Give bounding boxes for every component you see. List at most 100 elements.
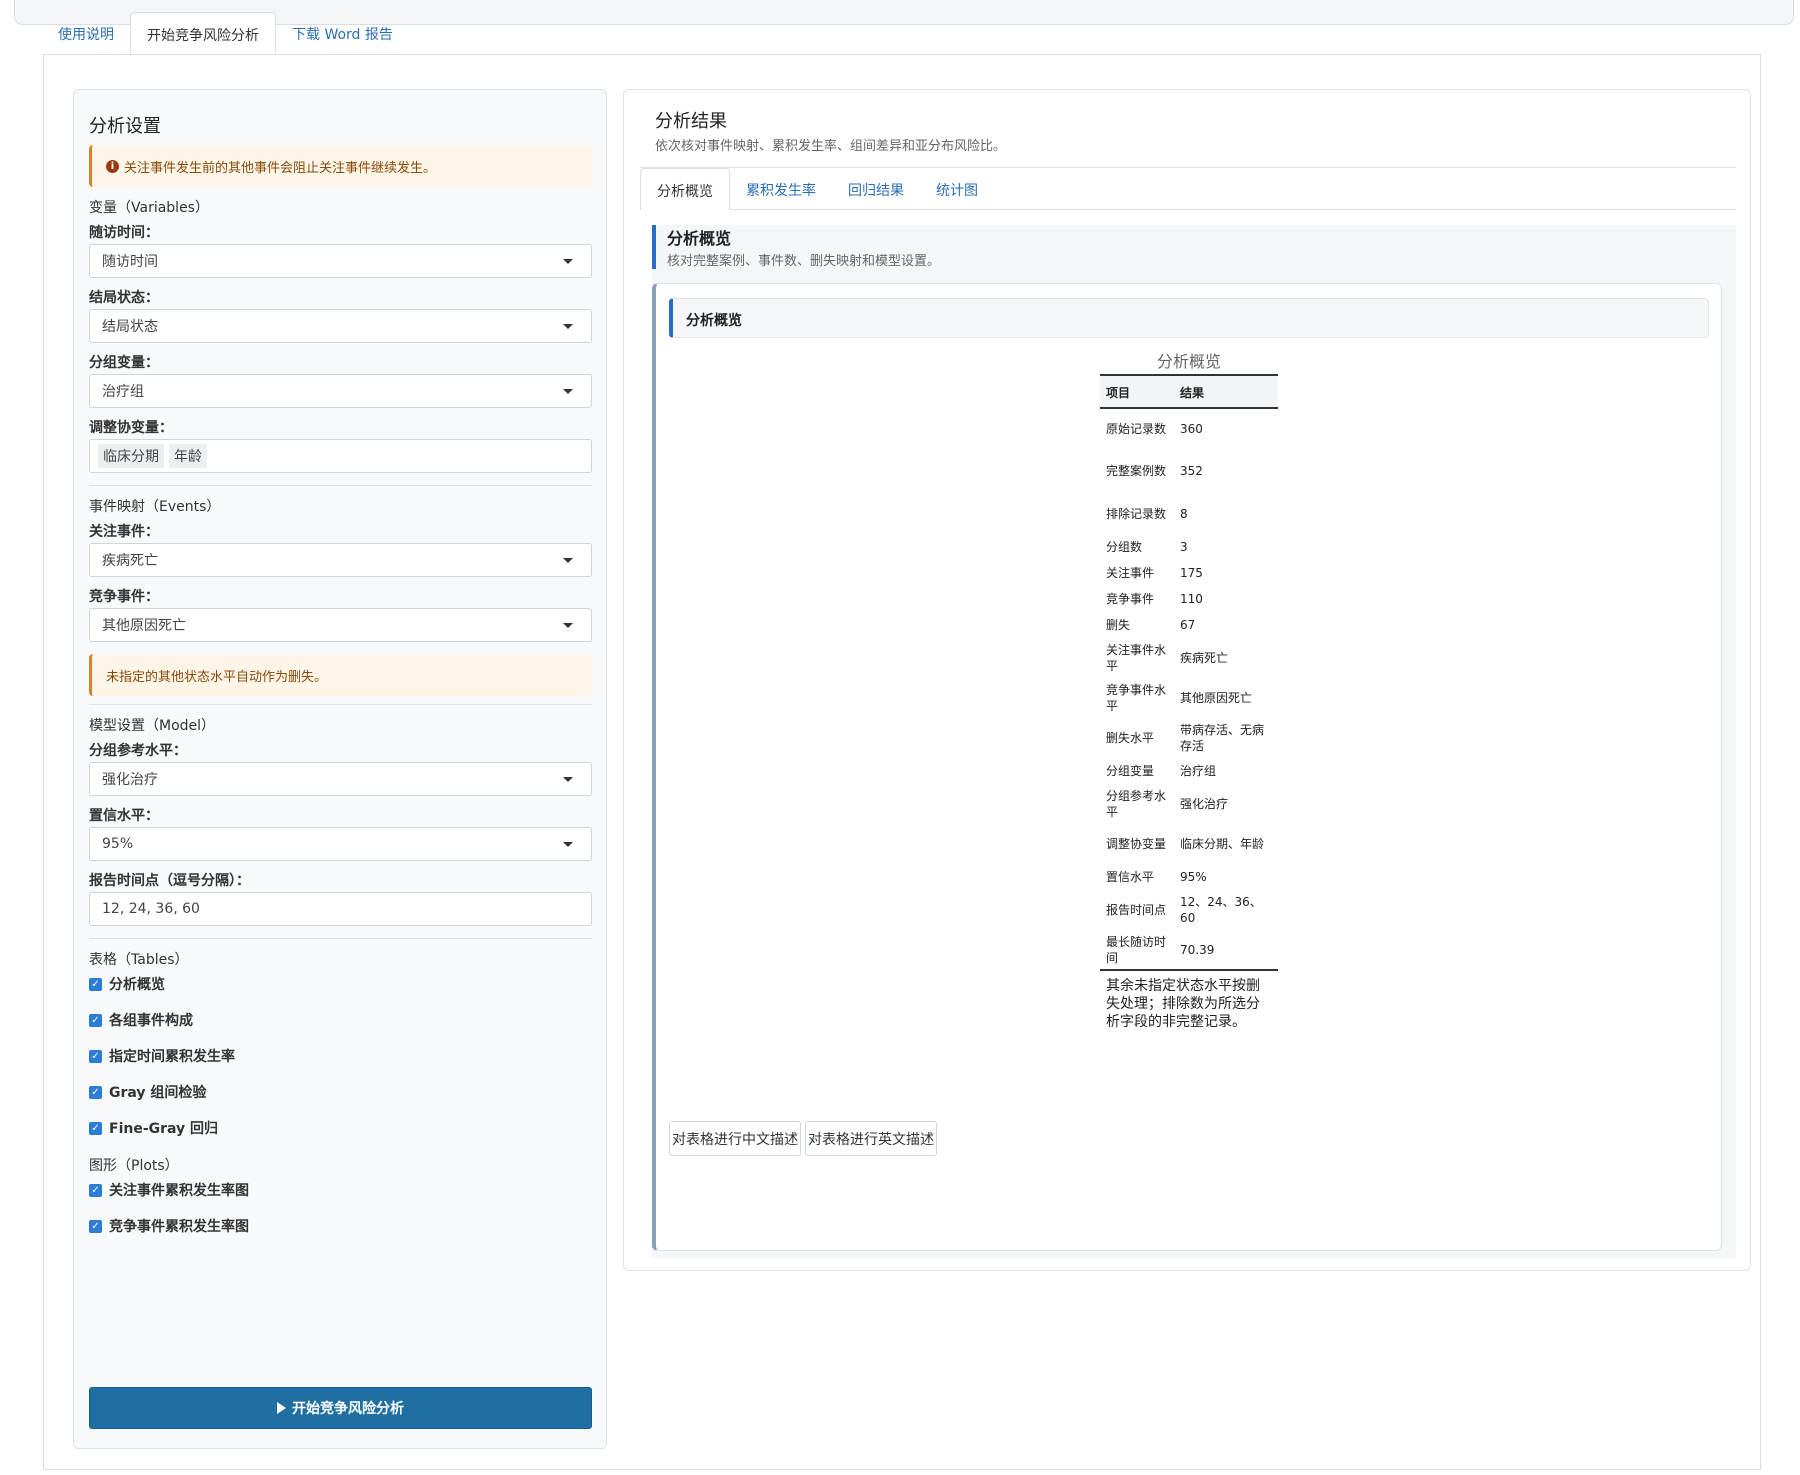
card-title: 分析概览 bbox=[669, 298, 1709, 338]
group-select[interactable]: 治疗组 bbox=[89, 374, 592, 408]
table-cell-value: 110 bbox=[1180, 592, 1203, 606]
table-cell-key: 分组参考水平 bbox=[1106, 789, 1167, 819]
table-row: 排除记录数 8 bbox=[1100, 494, 1278, 534]
run-analysis-button[interactable]: 开始竞争风险分析 bbox=[89, 1387, 592, 1429]
table-row: 删失水平 带病存活、无病存活 bbox=[1100, 718, 1278, 758]
plot-checkbox-interest-cif[interactable]: ✓ 关注事件累积发生率图 bbox=[89, 1180, 249, 1200]
ref-level-label: 分组参考水平： bbox=[89, 743, 187, 759]
event-compete-select[interactable]: 其他原因死亡 bbox=[89, 608, 592, 642]
table-header: 结果 bbox=[1174, 374, 1278, 409]
checkbox-checked-icon[interactable]: ✓ bbox=[89, 1049, 102, 1063]
tab-overview[interactable]: 分析概览 bbox=[640, 168, 730, 210]
covariate-chip[interactable]: 年龄 bbox=[169, 444, 207, 468]
table-checkbox-overview[interactable]: ✓ 分析概览 bbox=[89, 974, 165, 994]
table-row: 删失 67 bbox=[1100, 612, 1278, 638]
overview-subtitle: 核对完整案例、事件数、删失映射和模型设置。 bbox=[667, 254, 941, 269]
tab-instructions[interactable]: 使用说明 bbox=[42, 12, 130, 54]
group-label: 分组变量： bbox=[89, 355, 159, 371]
checkbox-label: 各组事件构成 bbox=[109, 1013, 193, 1029]
table-caption: 分析概览 bbox=[1156, 352, 1221, 371]
model-section-label: 模型设置（Model） bbox=[89, 718, 216, 734]
table-cell-value: 360 bbox=[1180, 421, 1203, 436]
table-cell-key: 最长随访时间 bbox=[1100, 930, 1174, 971]
chevron-down-icon bbox=[563, 623, 573, 628]
table-checkbox-cif-times[interactable]: ✓ 指定时间累积发生率 bbox=[89, 1046, 235, 1066]
table-row: 竞争事件水平 其他原因死亡 bbox=[1100, 678, 1278, 718]
table-row: 原始记录数 360 bbox=[1100, 408, 1278, 448]
divider bbox=[89, 485, 592, 486]
info-icon: i bbox=[106, 159, 119, 173]
alert-text: 关注事件发生前的其他事件会阻止关注事件继续发生。 bbox=[124, 160, 437, 176]
chevron-down-icon bbox=[563, 558, 573, 563]
divider bbox=[89, 938, 592, 939]
tab-start-analysis[interactable]: 开始竞争风险分析 bbox=[130, 12, 276, 54]
tab-plots[interactable]: 统计图 bbox=[920, 168, 994, 210]
time-select[interactable]: 随访时间 bbox=[89, 244, 592, 278]
tab-download-report[interactable]: 下载 Word 报告 bbox=[276, 12, 409, 54]
event-compete-label: 竞争事件： bbox=[89, 589, 159, 605]
checkbox-checked-icon[interactable]: ✓ bbox=[89, 1121, 102, 1135]
conf-level-select[interactable]: 95% bbox=[89, 827, 592, 861]
overview-section: 分析概览 核对完整案例、事件数、删失映射和模型设置。 分析概览 分析概览 项目 … bbox=[652, 225, 1736, 1258]
table-cell-key: 分组数 bbox=[1106, 540, 1143, 554]
tab-regression[interactable]: 回归结果 bbox=[832, 168, 920, 210]
status-select[interactable]: 结局状态 bbox=[89, 309, 592, 343]
table-cell-value: 治疗组 bbox=[1180, 764, 1217, 778]
table-row: 关注事件 175 bbox=[1100, 560, 1278, 586]
covariate-chip[interactable]: 临床分期 bbox=[98, 444, 164, 468]
timepoints-input[interactable]: 12, 24, 36, 60 bbox=[89, 892, 592, 926]
table-checkbox-gray-test[interactable]: ✓ Gray 组间检验 bbox=[89, 1082, 206, 1102]
covariates-label: 调整协变量： bbox=[89, 420, 173, 436]
describe-chinese-button[interactable]: 对表格进行中文描述 bbox=[669, 1121, 801, 1156]
table-row: 报告时间点 12、24、36、60 bbox=[1100, 890, 1278, 930]
timepoints-label: 报告时间点（逗号分隔）： bbox=[89, 873, 250, 889]
checkbox-label: Gray 组间检验 bbox=[109, 1085, 207, 1101]
results-subtitle: 依次核对事件映射、累积发生率、组间差异和亚分布风险比。 bbox=[655, 139, 1007, 154]
checkbox-checked-icon[interactable]: ✓ bbox=[89, 1013, 102, 1027]
group-select-value: 治疗组 bbox=[102, 384, 144, 400]
results-tabs: 分析概览 累积发生率 回归结果 统计图 bbox=[640, 168, 994, 210]
divider bbox=[89, 704, 592, 705]
status-label: 结局状态： bbox=[89, 290, 159, 306]
event-interest-select[interactable]: 疾病死亡 bbox=[89, 543, 592, 577]
table-header: 项目 bbox=[1100, 374, 1174, 409]
chevron-down-icon bbox=[563, 777, 573, 782]
table-footnote: 其余未指定状态水平按删失处理；排除数为所选分析字段的非完整记录。 bbox=[1106, 978, 1260, 1030]
table-cell-key: 关注事件 bbox=[1106, 566, 1155, 580]
plot-checkbox-compete-cif[interactable]: ✓ 竞争事件累积发生率图 bbox=[89, 1216, 249, 1236]
time-select-value: 随访时间 bbox=[102, 254, 158, 270]
checkbox-checked-icon[interactable]: ✓ bbox=[89, 1183, 102, 1197]
checkbox-label: 分析概览 bbox=[109, 977, 165, 993]
table-checkbox-event-composition[interactable]: ✓ 各组事件构成 bbox=[89, 1010, 193, 1030]
main-tabs: 使用说明 开始竞争风险分析 下载 Word 报告 bbox=[42, 12, 409, 54]
event-interest-value: 疾病死亡 bbox=[102, 553, 158, 569]
table-cell-value: 强化治疗 bbox=[1180, 797, 1229, 811]
checkbox-label: 指定时间累积发生率 bbox=[109, 1049, 235, 1065]
results-panel: 分析结果 依次核对事件映射、累积发生率、组间差异和亚分布风险比。 分析概览 累积… bbox=[623, 89, 1751, 1271]
table-cell-key: 竞争事件 bbox=[1106, 592, 1155, 606]
checkbox-checked-icon[interactable]: ✓ bbox=[89, 1085, 102, 1099]
checkbox-checked-icon[interactable]: ✓ bbox=[89, 1219, 102, 1233]
table-cell-value: 3 bbox=[1180, 540, 1188, 554]
checkbox-checked-icon[interactable]: ✓ bbox=[89, 977, 102, 991]
table-checkbox-fine-gray[interactable]: ✓ Fine-Gray 回归 bbox=[89, 1118, 218, 1138]
describe-english-button[interactable]: 对表格进行英文描述 bbox=[805, 1121, 937, 1156]
checkbox-label: 竞争事件累积发生率图 bbox=[109, 1219, 249, 1235]
play-icon bbox=[277, 1402, 286, 1414]
conf-level-value: 95% bbox=[102, 836, 134, 852]
table-cell-key: 删失水平 bbox=[1106, 731, 1155, 745]
covariates-multiselect[interactable]: 临床分期 年龄 bbox=[89, 439, 592, 473]
results-title: 分析结果 bbox=[655, 111, 727, 132]
ref-level-select[interactable]: 强化治疗 bbox=[89, 762, 592, 796]
table-cell-value: 70.39 bbox=[1174, 930, 1278, 971]
table-cell-value: 疾病死亡 bbox=[1180, 651, 1229, 665]
overview-table-wrap: 分析概览 项目 结果 原始记录数 360 完整案例数 352 排除记录数 8 分组数 3 关注事… bbox=[1100, 350, 1278, 1031]
timepoints-value: 12, 24, 36, 60 bbox=[102, 901, 200, 917]
accent-bar bbox=[652, 225, 656, 269]
table-cell-key: 删失 bbox=[1106, 618, 1131, 632]
table-row: 关注事件水平 疾病死亡 bbox=[1100, 638, 1278, 678]
tab-cif[interactable]: 累积发生率 bbox=[730, 168, 832, 210]
table-row: 分组参考水平 强化治疗 bbox=[1100, 784, 1278, 824]
table-cell-value: 12、24、36、60 bbox=[1180, 895, 1262, 925]
run-analysis-label: 开始竞争风险分析 bbox=[292, 1401, 404, 1417]
